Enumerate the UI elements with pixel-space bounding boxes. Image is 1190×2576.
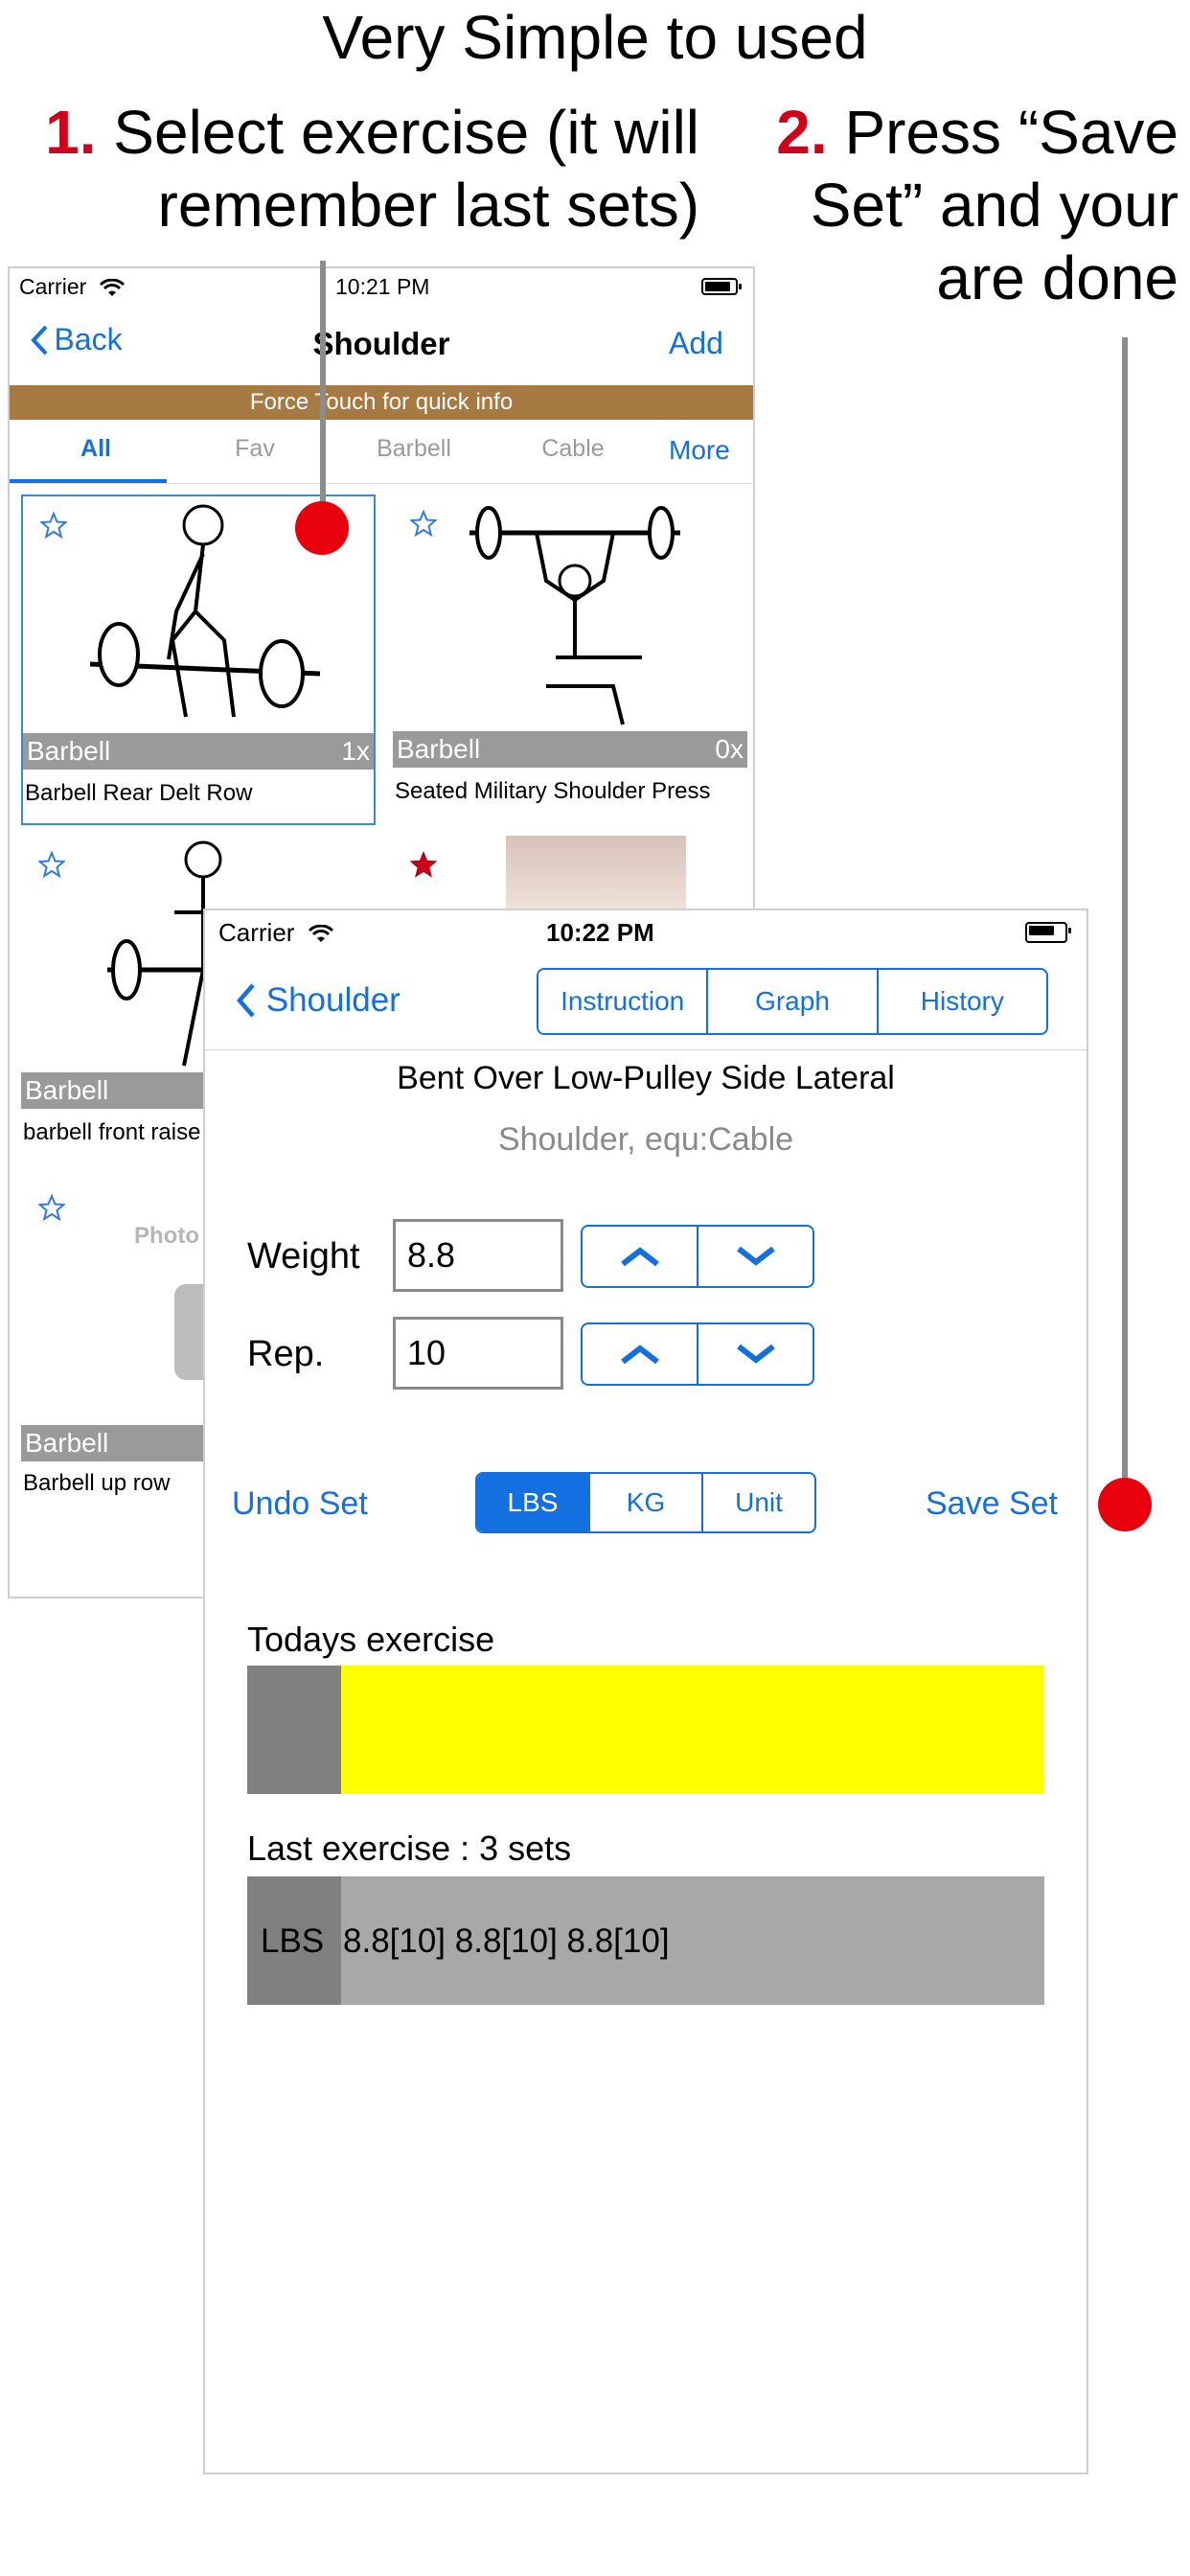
tab-more[interactable]: More [669, 435, 730, 466]
favorite-star-icon[interactable] [38, 851, 65, 878]
tab-barbell[interactable]: Barbell [337, 435, 491, 463]
reps-input[interactable]: 10 [393, 1317, 563, 1390]
weight-input[interactable]: 8.8 [393, 1219, 563, 1292]
step-2-connector-line [1122, 337, 1128, 1485]
tile-caption: barbell front raise [23, 1119, 201, 1145]
last-sets-values: 8.8[10] 8.8[10] 8.8[10] [343, 1922, 670, 1960]
add-button[interactable]: Add [669, 326, 723, 361]
tile-category-bar: Barbell 0x [393, 731, 747, 768]
exercise-detail-screen: Carrier 10:22 PM Shoulder Instruction Gr… [203, 908, 1088, 2474]
step-1-text: Select exercise (it will remember last s… [113, 98, 699, 240]
step-1-number: 1. [45, 98, 97, 167]
tab-fav[interactable]: Fav [178, 435, 332, 463]
exercise-name: Bent Over Low-Pulley Side Lateral [397, 1060, 895, 1096]
carrier-label: Carrier [19, 274, 87, 299]
force-touch-banner: Force Touch for quick info [10, 385, 753, 420]
carrier-label: Carrier [218, 918, 295, 947]
exercise-subtitle: Shoulder, equ:Cable [497, 1121, 794, 1158]
save-set-button[interactable]: Save Set [926, 1485, 1058, 1523]
favorite-star-filled-icon[interactable] [410, 851, 437, 878]
page-title: Shoulder [312, 326, 450, 361]
favorite-star-icon[interactable] [38, 1194, 65, 1221]
exercise-illustration [89, 504, 321, 718]
last-unit-label: LBS [261, 1922, 325, 1960]
status-carrier: Carrier [19, 274, 126, 300]
wifi-icon [308, 925, 333, 943]
step-1-caption: 1. Select exercise (it will remember las… [19, 96, 699, 242]
reps-stepper [581, 1322, 814, 1386]
weight-decrease-button[interactable] [698, 1227, 812, 1286]
weight-label: Weight [247, 1236, 360, 1276]
chevron-down-icon [736, 1246, 775, 1266]
step-2-caption: 2. Press “Save Set” and your are done [728, 96, 1179, 314]
todays-exercise-label: Todays exercise [247, 1620, 495, 1659]
nav-divider [205, 1049, 1087, 1050]
step-1-marker-dot [295, 501, 349, 555]
last-exercise-label: Last exercise : 3 sets [247, 1828, 572, 1868]
step-1-connector-line [320, 261, 326, 518]
exercise-tile[interactable]: Barbell 0x Seated Military Shoulder Pres… [393, 494, 747, 825]
tab-history[interactable]: History [879, 970, 1046, 1033]
tab-cable[interactable]: Cable [496, 435, 650, 463]
chevron-up-icon [620, 1345, 659, 1365]
favorite-star-icon[interactable] [40, 512, 67, 539]
tab-all[interactable]: All [19, 435, 172, 463]
reps-label: Rep. [247, 1334, 325, 1374]
weight-increase-button[interactable] [583, 1227, 698, 1286]
favorite-star-icon[interactable] [410, 510, 437, 537]
tile-category: Barbell [25, 1428, 109, 1458]
step-2-marker-dot [1098, 1478, 1152, 1531]
tile-caption: Seated Military Shoulder Press [395, 778, 711, 804]
unit-segmented-control: LBS KG Unit [475, 1472, 816, 1533]
detail-segmented-control: Instruction Graph History [537, 968, 1048, 1035]
tab-graph[interactable]: Graph [708, 970, 879, 1033]
back-label: Shoulder [265, 980, 400, 1019]
chevron-down-icon [736, 1344, 775, 1364]
undo-set-button[interactable]: Undo Set [232, 1485, 368, 1523]
status-time: 10:21 PM [335, 274, 430, 299]
tile-category: Barbell [397, 734, 481, 764]
reps-decrease-button[interactable] [698, 1324, 812, 1384]
headline: Very Simple to used [322, 3, 868, 72]
back-button[interactable]: Shoulder [234, 979, 400, 1020]
tabs-divider [10, 483, 753, 484]
todays-sets-bar [341, 1666, 1044, 1794]
chevron-left-icon [237, 983, 255, 1018]
step-2-number: 2. [776, 98, 828, 167]
step-2-text: Press “Save Set” and your are done [810, 98, 1179, 312]
tile-category-bar: Barbell 1x [23, 733, 374, 770]
reps-increase-button[interactable] [583, 1324, 698, 1384]
todays-unit-cell [247, 1666, 341, 1794]
unit-option[interactable]: Unit [703, 1474, 814, 1531]
tile-caption: Barbell Rear Delt Row [25, 780, 253, 806]
unit-kg-option[interactable]: KG [590, 1474, 703, 1531]
weight-stepper [581, 1225, 814, 1288]
tile-caption: Barbell up row [23, 1470, 171, 1496]
battery-icon [701, 278, 742, 295]
tile-count: 1x [341, 736, 370, 766]
battery-icon [1025, 922, 1071, 943]
exercise-illustration [469, 506, 680, 725]
unit-lbs-option[interactable]: LBS [477, 1474, 590, 1531]
exercise-photo [506, 836, 686, 912]
tab-instruction[interactable]: Instruction [538, 970, 709, 1033]
chevron-up-icon [620, 1247, 659, 1267]
tile-count: 0x [715, 734, 744, 764]
status-time: 10:22 PM [546, 918, 654, 947]
tile-category: Barbell [27, 736, 111, 766]
wifi-icon [99, 278, 125, 296]
status-carrier: Carrier [218, 918, 334, 948]
tile-category: Barbell [25, 1075, 109, 1105]
